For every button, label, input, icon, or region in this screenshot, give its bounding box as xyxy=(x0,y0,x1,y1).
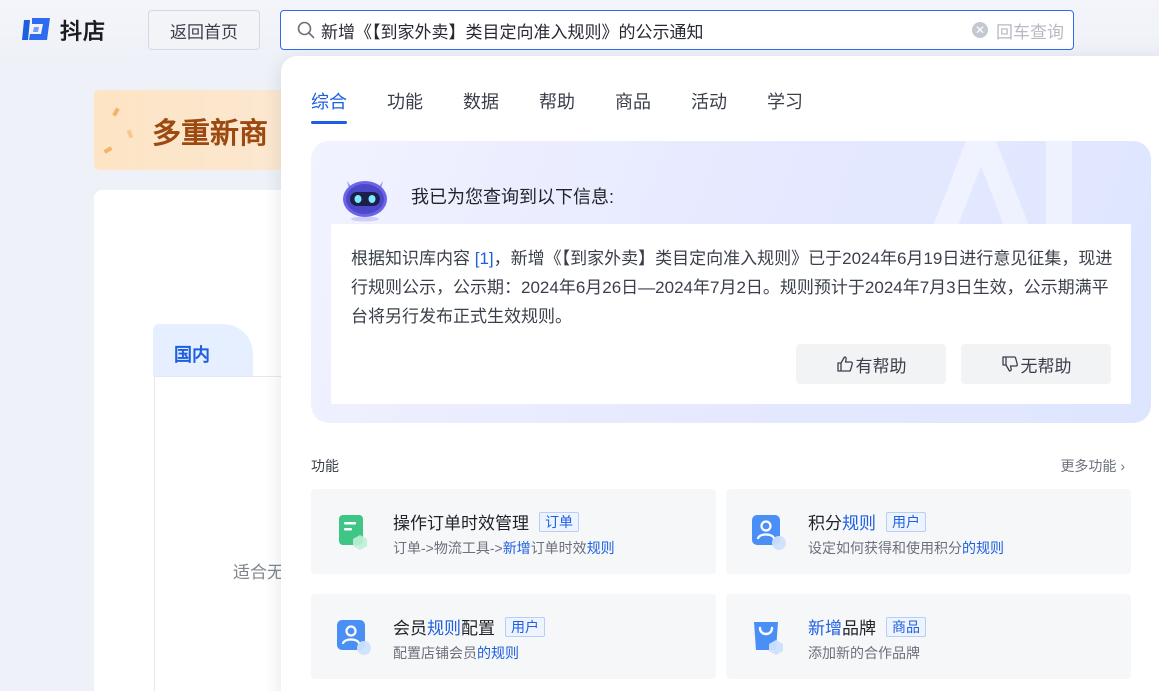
function-tag: 订单 xyxy=(539,511,579,532)
desc-highlight: 的规则 xyxy=(477,645,519,661)
thumbs-up-icon xyxy=(836,356,853,372)
desc-text: 订单->物流工具-> xyxy=(393,540,503,556)
banner-title: 多重新商 xyxy=(152,118,269,150)
thumbs-down-icon xyxy=(1001,356,1018,372)
function-title: 操作订单时效管理 订单 xyxy=(393,509,579,534)
result-tabs: 综合 功能 数据 帮助 商品 活动 学习 xyxy=(311,88,843,124)
clear-icon[interactable]: ✕ xyxy=(972,22,988,38)
back-home-button[interactable]: 返回首页 xyxy=(148,10,260,50)
function-title-text: 会员 xyxy=(393,619,427,638)
user-badge-icon xyxy=(752,515,786,550)
title-highlight: 规则 xyxy=(427,619,461,638)
region-tab-label: 国内 xyxy=(174,345,210,365)
function-title-text: 配置 xyxy=(461,619,495,638)
function-card-order-timeliness[interactable]: 操作订单时效管理 订单 订单->物流工具->新增订单时效规则 xyxy=(311,489,716,574)
app-name: 抖店 xyxy=(60,19,107,44)
functions-section-title: 功能 xyxy=(311,458,339,474)
function-title: 会员 规则 配置 用户 xyxy=(393,614,545,639)
tab-functions[interactable]: 功能 xyxy=(387,88,423,122)
tab-learning[interactable]: 学习 xyxy=(767,88,803,122)
function-tag: 用户 xyxy=(886,511,926,532)
helpful-button[interactable]: 有帮助 xyxy=(796,344,946,384)
tab-comprehensive[interactable]: 综合 xyxy=(311,88,347,124)
function-desc: 设定如何获得和使用积分的规则 xyxy=(808,538,1004,558)
ai-intro-text: 我已为您查询到以下信息: xyxy=(411,187,614,207)
title-highlight: 新增 xyxy=(808,619,842,638)
ai-answer-text: 根据知识库内容 [1]，新增《【到家外卖】类目定向准入规则》已于2024年6月1… xyxy=(351,244,1116,331)
top-bar: 抖店 返回首页 ✕ 回车查询 xyxy=(0,0,1159,62)
desc-highlight: 规则 xyxy=(586,540,615,556)
desc-text: 设定如何获得和使用积分 xyxy=(808,540,962,556)
ai-answer-body: 根据知识库内容 [1]，新增《【到家外卖】类目定向准入规则》已于2024年6月1… xyxy=(331,224,1131,404)
search-icon xyxy=(297,21,315,39)
desc-text: 订单时效 xyxy=(530,540,587,556)
not-helpful-label: 无帮助 xyxy=(1020,356,1072,376)
confetti-decoration xyxy=(112,107,120,117)
ai-watermark-icon xyxy=(931,141,1072,231)
tab-activities[interactable]: 活动 xyxy=(691,88,727,122)
function-card-member-rules[interactable]: 会员 规则 配置 用户 配置店铺会员的规则 xyxy=(311,594,716,679)
function-tag: 商品 xyxy=(886,616,926,637)
desc-highlight: 新增 xyxy=(502,540,531,556)
ai-robot-icon xyxy=(343,181,387,222)
answer-text-part: 根据知识库内容 xyxy=(351,249,475,268)
function-title-text: 积分 xyxy=(808,514,842,533)
desc-text: 添加新的合作品牌 xyxy=(808,645,920,661)
tab-help[interactable]: 帮助 xyxy=(539,88,575,122)
logo[interactable]: 抖店 xyxy=(20,14,106,46)
user-badge-icon xyxy=(337,620,371,655)
not-helpful-button[interactable]: 无帮助 xyxy=(961,344,1111,384)
more-functions-link[interactable]: 更多功能 › xyxy=(1060,456,1125,476)
reference-link[interactable]: [1] xyxy=(475,249,494,268)
search-bar[interactable]: ✕ 回车查询 xyxy=(280,10,1074,50)
desc-highlight: 的规则 xyxy=(962,540,1004,556)
function-title: 积分 规则 用户 xyxy=(808,509,926,534)
enter-hint: 回车查询 xyxy=(996,22,1064,42)
function-desc: 添加新的合作品牌 xyxy=(808,643,920,663)
confetti-decoration xyxy=(126,129,134,139)
function-desc: 配置店铺会员的规则 xyxy=(393,643,519,663)
search-input[interactable] xyxy=(321,12,972,48)
more-functions-label: 更多功能 xyxy=(1060,458,1117,474)
confetti-decoration xyxy=(103,146,113,154)
desc-text: 配置店铺会员 xyxy=(393,645,477,661)
function-card-new-brand[interactable]: 新增 品牌 商品 添加新的合作品牌 xyxy=(726,594,1131,679)
function-title: 新增 品牌 商品 xyxy=(808,614,926,639)
function-title-text: 品牌 xyxy=(842,619,876,638)
ai-answer-card: 我已为您查询到以下信息: 根据知识库内容 [1]，新增《【到家外卖】类目定向准入… xyxy=(311,141,1151,423)
function-tag: 用户 xyxy=(505,616,545,637)
function-card-points-rules[interactable]: 积分 规则 用户 设定如何获得和使用积分的规则 xyxy=(726,489,1131,574)
chevron-right-icon: › xyxy=(1120,458,1125,474)
function-desc: 订单->物流工具->新增订单时效规则 xyxy=(393,538,615,558)
tab-products[interactable]: 商品 xyxy=(615,88,651,122)
search-results-panel: 综合 功能 数据 帮助 商品 活动 学习 我已为您查询到以下信息: 根据知识库内… xyxy=(281,56,1159,691)
title-highlight: 规则 xyxy=(842,514,876,533)
order-doc-icon xyxy=(339,515,367,550)
logo-icon xyxy=(22,18,50,40)
shopping-bag-icon xyxy=(754,622,783,655)
background-text: 适合无 xyxy=(233,563,284,582)
tab-data[interactable]: 数据 xyxy=(463,88,499,122)
helpful-label: 有帮助 xyxy=(855,356,907,376)
function-title-text: 操作订单时效管理 xyxy=(393,514,529,533)
